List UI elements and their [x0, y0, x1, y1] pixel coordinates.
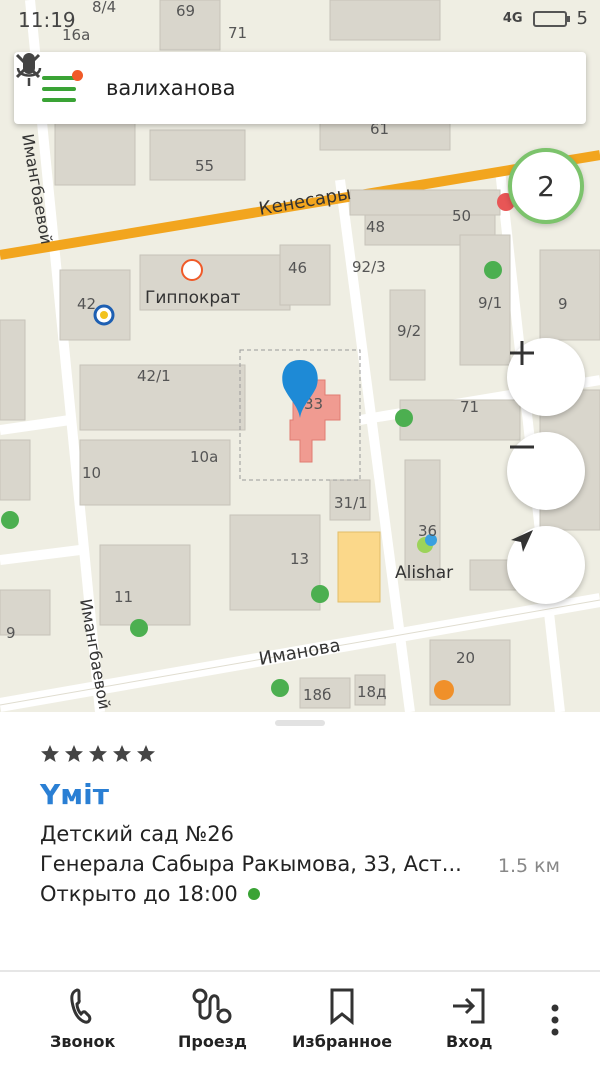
route-icon — [192, 988, 232, 1024]
map-view[interactable]: Кенесары Иманова Имангбаевой Имангбаевой… — [0, 0, 600, 712]
place-card[interactable]: Үміт Детский сад №26 Генерала Сабыра Рак… — [0, 712, 600, 972]
more-options-icon[interactable] — [545, 1002, 565, 1038]
call-label: Звонок — [50, 1032, 116, 1051]
zoom-in-button[interactable] — [507, 338, 585, 416]
bookmark-icon — [330, 988, 354, 1026]
route-button[interactable]: Проезд — [178, 986, 247, 1051]
star-icon — [137, 745, 155, 762]
house-number: 10а — [190, 448, 218, 466]
house-number: 31/1 — [334, 494, 368, 512]
favorite-label: Избранное — [292, 1032, 393, 1051]
house-number: 50 — [452, 207, 471, 225]
place-name[interactable]: Үміт — [40, 778, 109, 811]
place-address: Генерала Сабыра Ракымова, 33, Аст... — [40, 852, 462, 876]
house-number: 36 — [418, 522, 437, 540]
rating-stars — [40, 744, 156, 764]
phone-icon — [69, 988, 91, 1024]
open-status-dot — [247, 888, 260, 900]
star-icon — [41, 745, 59, 762]
minus-icon — [510, 445, 534, 449]
star-icon — [89, 745, 107, 762]
house-number: 20 — [456, 649, 475, 667]
route-label: Проезд — [178, 1032, 247, 1051]
house-number: 9/2 — [397, 322, 421, 340]
search-bar — [14, 52, 586, 124]
network-indicator: 4G — [502, 11, 523, 26]
battery-level: 5 — [576, 8, 588, 29]
house-number: 48 — [366, 218, 385, 236]
house-number: 55 — [195, 157, 214, 175]
location-arrow-icon — [511, 530, 533, 552]
search-input[interactable] — [106, 68, 446, 108]
house-number: 9/1 — [478, 294, 502, 312]
place-distance: 1.5 км — [497, 855, 560, 877]
house-number: 46 — [288, 259, 307, 277]
place-hours: Открыто до 18:00 — [40, 882, 260, 906]
plus-icon — [510, 341, 534, 365]
status-time: 11:19 — [18, 8, 76, 32]
microphone-icon[interactable] — [14, 52, 44, 88]
house-number: 13 — [290, 550, 309, 568]
result-count-badge[interactable]: 2 — [508, 148, 584, 224]
house-number: 11 — [114, 588, 133, 606]
entrance-label: Вход — [446, 1032, 493, 1051]
entrance-icon — [453, 988, 485, 1024]
place-label-alishar: Alishar — [395, 563, 453, 583]
house-number: 9 — [558, 295, 568, 313]
house-number: 42 — [77, 295, 96, 313]
place-label-gippokrat: Гиппократ — [145, 288, 241, 308]
call-button[interactable]: Звонок — [50, 986, 115, 1051]
house-number: 18д — [357, 683, 386, 701]
action-bar: Звонок Проезд Избранное Вход — [0, 972, 600, 1066]
zoom-out-button[interactable] — [507, 432, 585, 510]
house-number: 71 — [460, 398, 479, 416]
status-bar: 11:19 4G 5 — [0, 0, 600, 40]
star-icon — [65, 745, 83, 762]
notification-dot — [72, 70, 83, 81]
house-number: 18б — [303, 686, 331, 704]
star-icon — [113, 745, 131, 762]
entrance-button[interactable]: Вход — [446, 986, 492, 1051]
sheet-handle[interactable] — [275, 720, 325, 726]
house-number: 9 — [6, 624, 16, 642]
hours-text: Открыто до 18:00 — [40, 882, 238, 906]
place-type: Детский сад №26 — [40, 822, 234, 846]
status-icons: 4G 5 — [503, 8, 588, 29]
house-number: 92/3 — [352, 258, 386, 276]
battery-icon — [532, 10, 570, 27]
menu-icon[interactable] — [42, 70, 83, 102]
house-number: 42/1 — [137, 367, 171, 385]
favorite-button[interactable]: Избранное — [292, 986, 392, 1051]
my-location-button[interactable] — [507, 526, 585, 604]
house-number: 10 — [82, 464, 101, 482]
